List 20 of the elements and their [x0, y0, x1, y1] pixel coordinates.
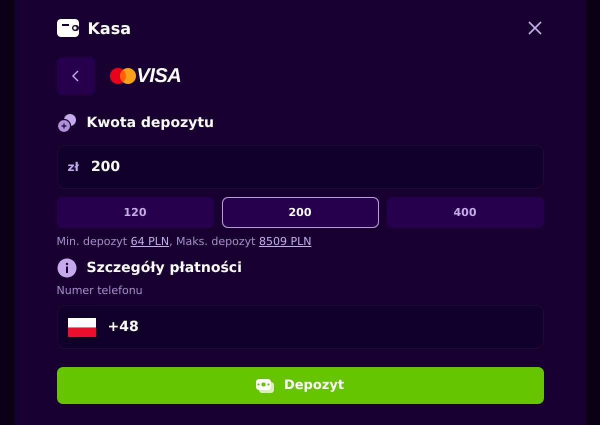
close-button[interactable] [526, 19, 544, 37]
amount-preset[interactable]: 400 [386, 197, 544, 228]
section-heading: Kwota depozytu [86, 115, 214, 131]
flag-icon [68, 318, 96, 336]
field-label: Numer telefonu [56, 284, 144, 297]
cash-icon [256, 378, 274, 392]
info-icon [56, 258, 76, 278]
deposit-limits: Min. depozyt 64 PLN, Maks. depozyt 8509 PLN [56, 235, 312, 248]
amount-preset[interactable]: 200 [222, 197, 378, 228]
min-amount-link[interactable]: 64 PLN [130, 235, 170, 248]
section-heading: Szczegóły płatności [86, 260, 242, 276]
phone-field[interactable]: +48 [56, 305, 544, 349]
amount-field[interactable]: zł 200 [56, 145, 544, 189]
amount-preset[interactable]: 120 [56, 197, 214, 228]
coins-icon [56, 113, 76, 133]
wallet-icon [56, 19, 78, 37]
max-amount-link[interactable]: 8509 PLN [258, 235, 312, 248]
card-logo: VISA [108, 64, 182, 88]
window-title: Kasa [88, 18, 132, 38]
chevron-left-icon [70, 70, 80, 82]
